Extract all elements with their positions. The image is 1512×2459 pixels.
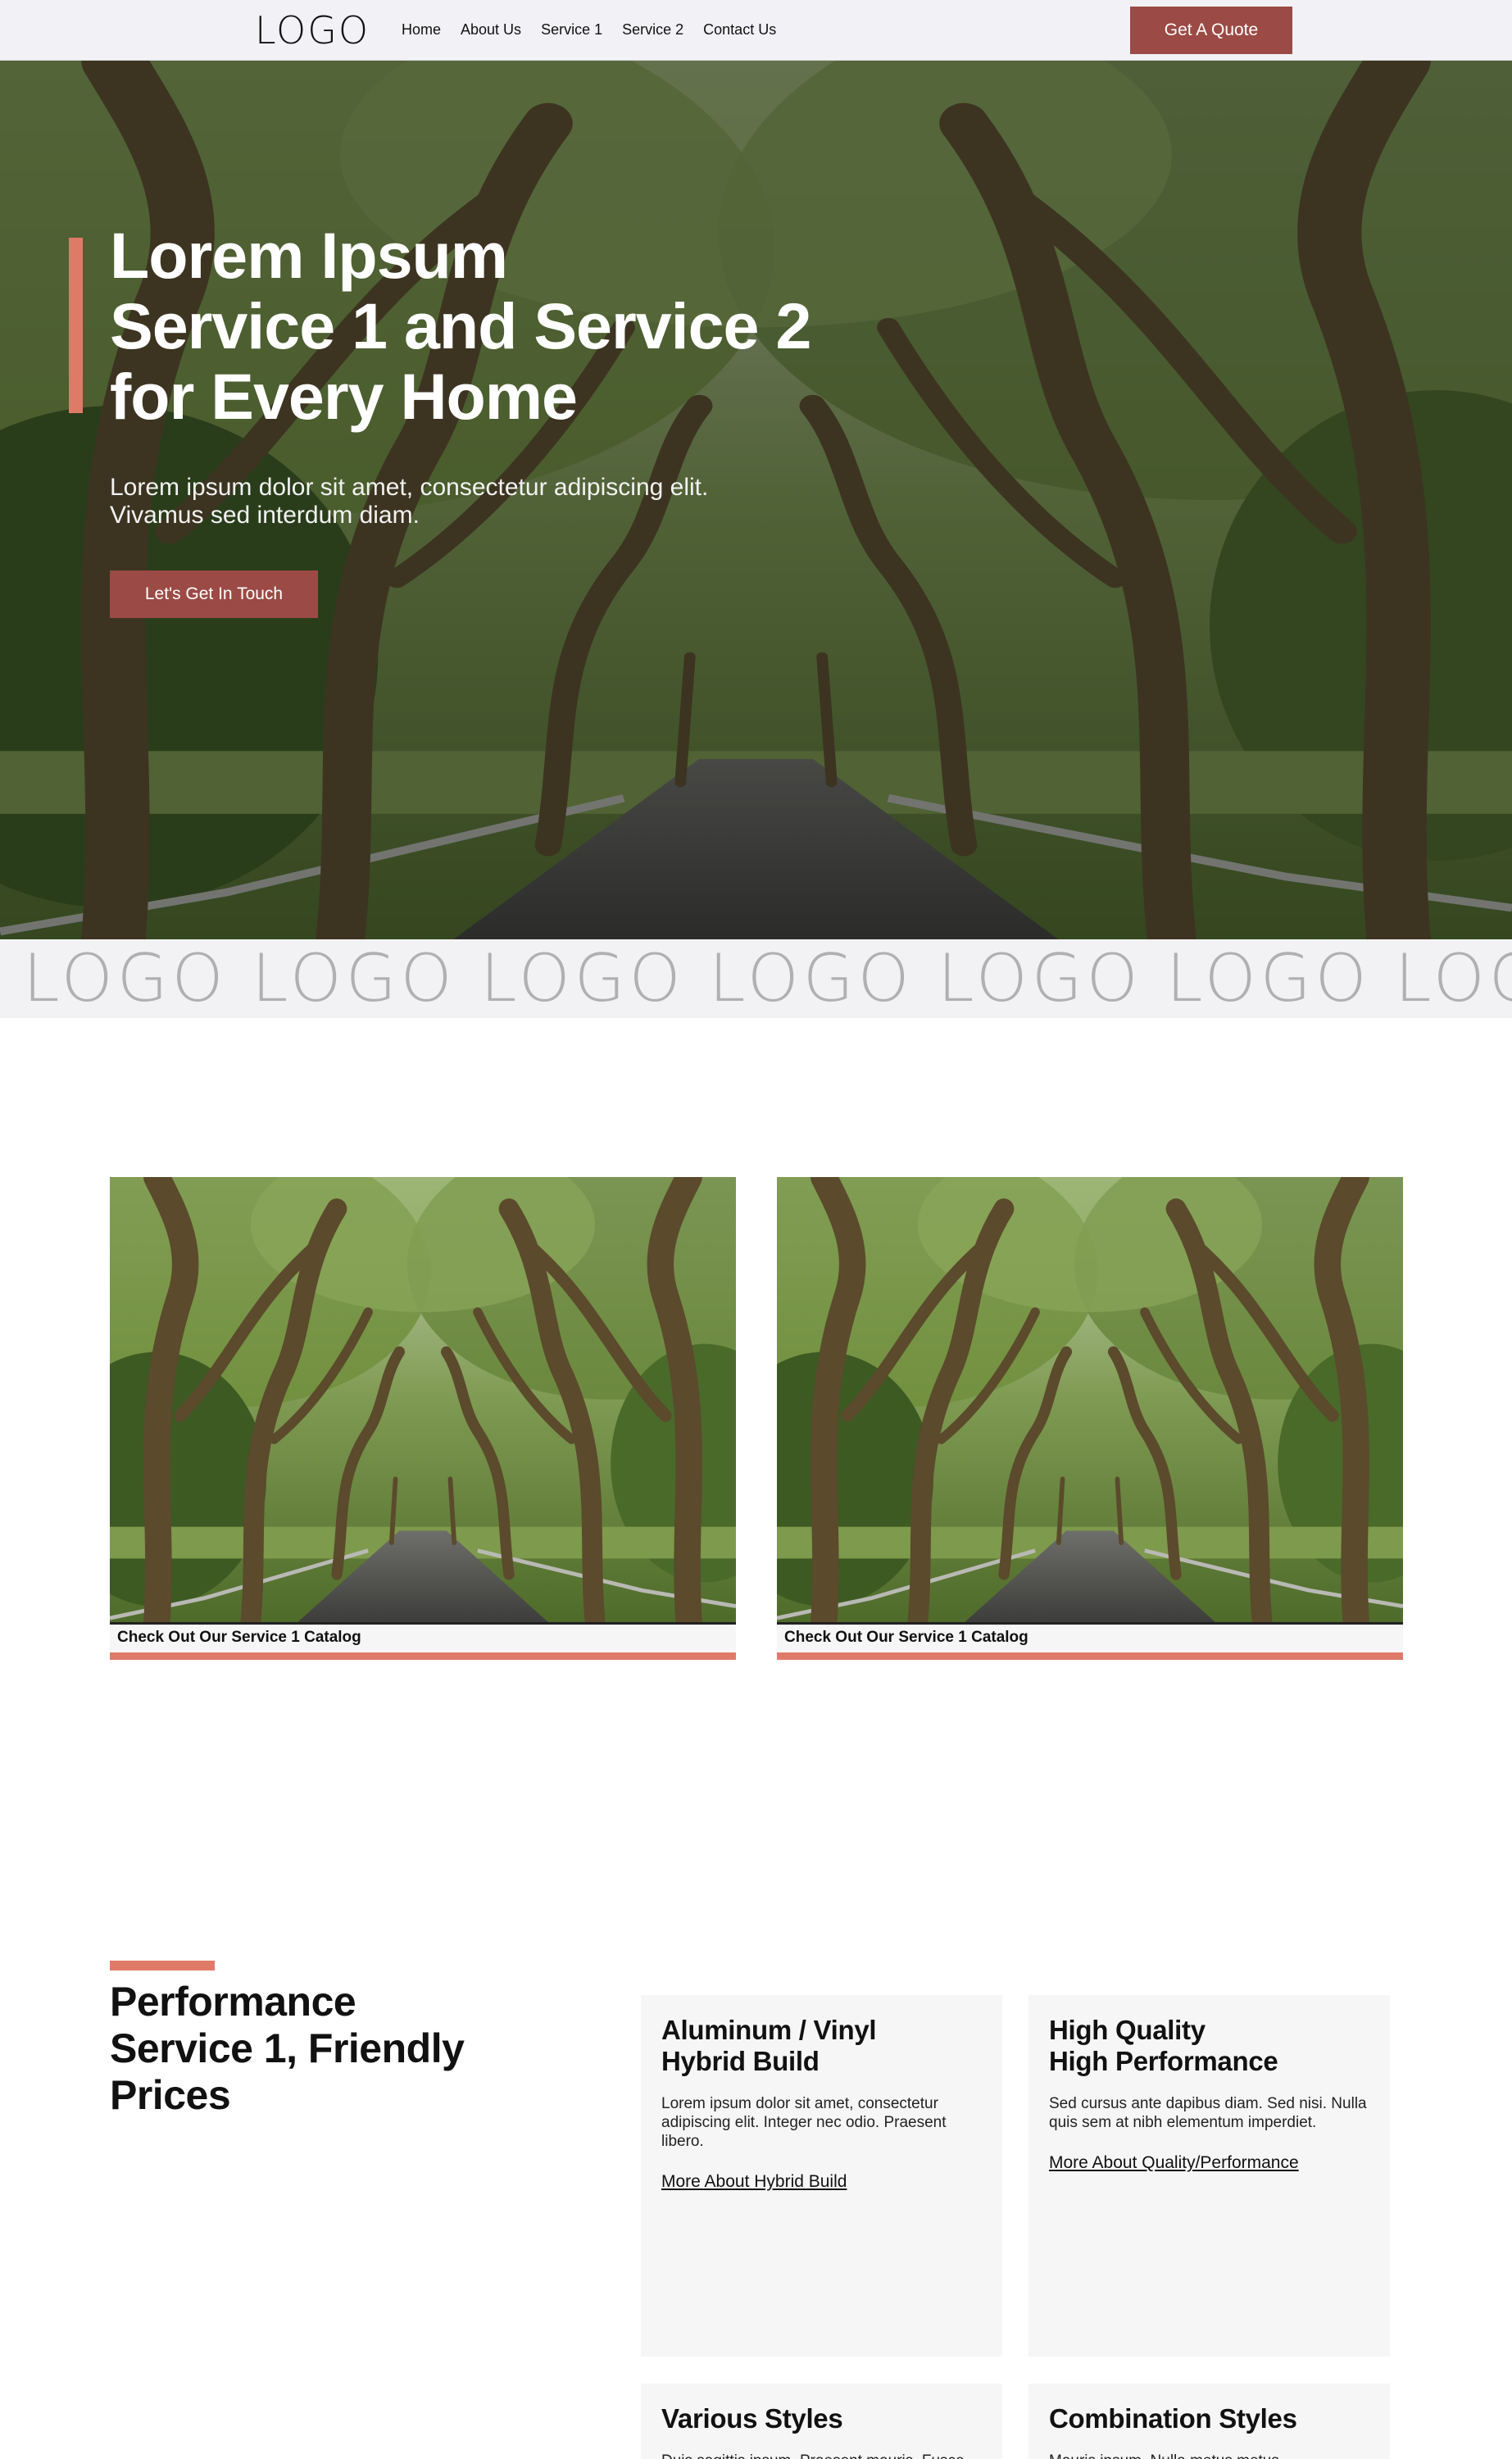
features-title-line: Performance [110,1979,356,2025]
more-about-quality-performance-link[interactable]: More About Quality/Performance [1049,2152,1299,2174]
site-header: LOGO Home About Us Service 1 Service 2 C… [0,0,1512,61]
partner-logo: LOGO [480,940,685,1016]
partner-logo-strip: LOGO LOGO LOGO LOGO LOGO LOGO LOGO [0,939,1512,1018]
hero-subtitle: Lorem ipsum dolor sit amet, consectetur … [110,474,765,530]
get-in-touch-button[interactable]: Let's Get In Touch [110,570,318,618]
feature-card-title: Aluminum / Vinyl Hybrid Build [661,2015,982,2077]
hero-section: Lorem Ipsum Service 1 and Service 2 for … [0,61,1512,939]
feature-card-hybrid-build: Aluminum / Vinyl Hybrid Build Lorem ipsu… [641,1995,1002,2357]
partner-logo: LOGO [1395,940,1512,1016]
feature-card-title-line: Combination Styles [1049,2403,1297,2434]
get-a-quote-button[interactable]: Get A Quote [1130,7,1292,54]
partner-logo: LOGO [1166,940,1371,1016]
hero-title-line: for Every Home [110,360,578,433]
features-title-line: Prices [110,2072,231,2118]
catalog-accent-line [777,1652,1403,1660]
catalog-caption: Check Out Our Service 1 Catalog [777,1622,1403,1652]
feature-card-title: High Quality High Performance [1049,2015,1369,2077]
partner-logo: LOGO [938,940,1142,1016]
feature-card-quality-performance: High Quality High Performance Sed cursus… [1028,1995,1390,2357]
more-about-hybrid-build-link[interactable]: More About Hybrid Build [661,2171,847,2193]
features-accent-bar [110,1961,215,1970]
features-title-line: Service 1, Friendly [110,2025,465,2071]
feature-card-title-line: Hybrid Build [661,2046,820,2076]
catalog-photo [777,1177,1403,1622]
nav-home[interactable]: Home [402,20,441,39]
nav-about-us[interactable]: About Us [461,20,521,39]
feature-card-title-line: High Performance [1049,2046,1278,2076]
feature-card-body: Duis sagittis ipsum. Praesent mauris. Fu… [661,2452,981,2459]
features-title: Performance Service 1, Friendly Prices [110,1979,470,2119]
hero-subtitle-line: Vivamus sed interdum diam. [110,502,420,529]
feature-card-title-line: Various Styles [661,2403,843,2434]
feature-card-body: Sed cursus ante dapibus diam. Sed nisi. … [1049,2095,1367,2131]
catalog-caption: Check Out Our Service 1 Catalog [110,1622,736,1652]
hero-title: Lorem Ipsum Service 1 and Service 2 for … [110,219,811,433]
feature-card-title-line: High Quality [1049,2015,1206,2045]
partner-logo: LOGO [252,940,456,1016]
feature-card-body: Lorem ipsum dolor sit amet, consectetur … [661,2095,947,2150]
feature-card-title: Various Styles [661,2403,982,2434]
catalog-card[interactable]: Check Out Our Service 1 Catalog [777,1177,1403,1662]
hero-accent-bar [69,238,83,413]
main-nav: Home About Us Service 1 Service 2 Contac… [402,20,796,39]
nav-service-2[interactable]: Service 2 [622,20,683,39]
nav-contact-us[interactable]: Contact Us [703,20,776,39]
hero-title-line: Lorem Ipsum [110,219,508,292]
feature-card-combination-styles: Combination Styles Mauris ipsum. Nulla m… [1028,2384,1390,2459]
site-logo[interactable]: LOGO [255,8,370,52]
partner-logo: LOGO [709,940,914,1016]
feature-card-various-styles: Various Styles Duis sagittis ipsum. Prae… [641,2384,1002,2459]
feature-card-body: Mauris ipsum. Nulla metus metus, [1049,2452,1369,2459]
catalog-accent-line [110,1652,736,1660]
partner-logo: LOGO [23,940,228,1016]
hero-subtitle-line: Lorem ipsum dolor sit amet, consectetur … [110,474,709,501]
feature-card-title-line: Aluminum / Vinyl [661,2015,877,2045]
nav-service-1[interactable]: Service 1 [541,20,602,39]
hero-title-line: Service 1 and Service 2 [110,289,811,362]
feature-card-title: Combination Styles [1049,2403,1369,2434]
catalog-card[interactable]: Check Out Our Service 1 Catalog [110,1177,736,1662]
catalog-photo [110,1177,736,1622]
